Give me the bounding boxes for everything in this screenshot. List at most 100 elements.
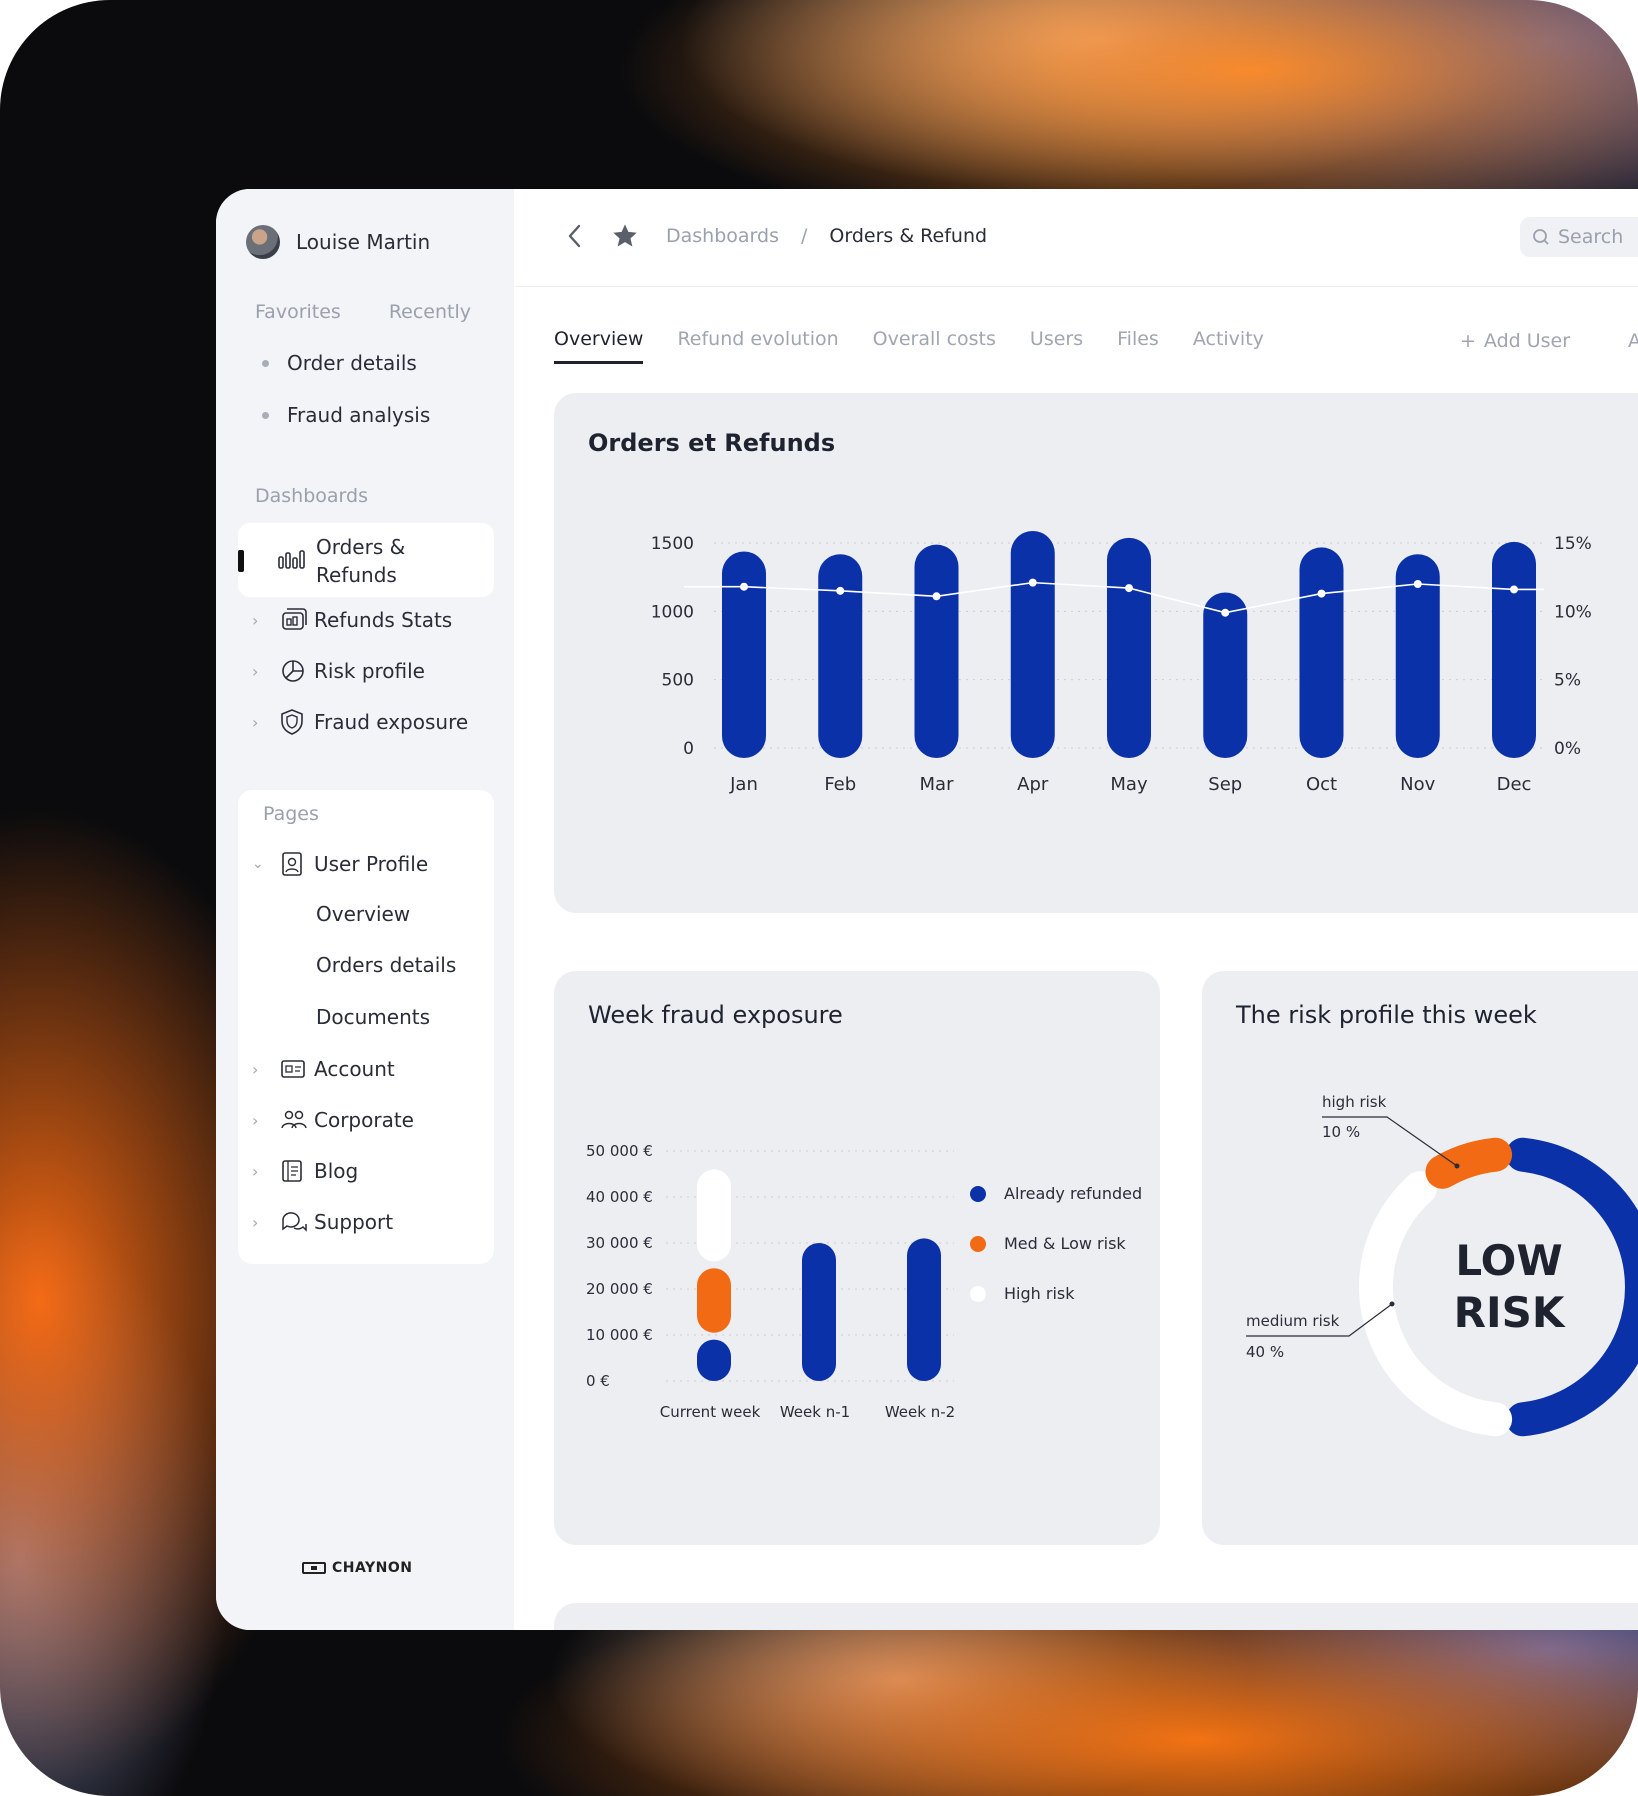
user-badge-icon — [280, 851, 314, 877]
chevron-right-icon: › — [252, 661, 259, 681]
sidebar-item-fraud-exposure[interactable]: › Fraud exposure — [252, 702, 468, 742]
bar — [1107, 537, 1151, 758]
sidebar-item-support[interactable]: › Support — [252, 1202, 393, 1242]
shield-icon — [280, 708, 314, 736]
orders-refunds-card: Orders et Refunds 1500 15% 1000 10% 500 5% 0 0%… — [554, 393, 1638, 913]
sidebar-item-label: Corporate — [314, 1108, 414, 1132]
add-user-label: Add User — [1483, 330, 1571, 352]
line-point — [740, 582, 748, 591]
line-point — [1028, 578, 1037, 587]
line-point — [932, 592, 941, 601]
chat-icon — [280, 1210, 314, 1234]
bar-segment — [697, 1339, 731, 1381]
add-user-button[interactable]: + Add User — [1460, 330, 1570, 352]
bar — [1203, 592, 1248, 758]
sidebar-subitem-overview[interactable]: Overview — [316, 902, 410, 926]
x-tick-label: Jan — [729, 774, 758, 795]
avatar[interactable] — [246, 225, 280, 259]
chevron-right-icon: › — [252, 610, 259, 630]
chevron-down-icon: ⌄ — [252, 856, 264, 872]
breadcrumb: Dashboards / Orders & Refund — [666, 225, 987, 247]
book-icon — [280, 1158, 314, 1184]
line-point — [836, 586, 845, 595]
x-tick-label: Dec — [1497, 774, 1532, 795]
sidebar-item-refunds-stats[interactable]: › Refunds Stats — [252, 600, 452, 640]
sidebar-item-label: Support — [314, 1210, 394, 1234]
x-tick-label: Week n-2 — [885, 1403, 955, 1421]
star-icon[interactable] — [611, 222, 639, 254]
sidebar-item-risk-profile[interactable]: › Risk profile — [252, 651, 425, 691]
tab-refund-evolution[interactable]: Refund evolution — [677, 328, 838, 350]
tab-overall-costs[interactable]: Overall costs — [873, 328, 996, 350]
favorite-label: Order details — [287, 351, 417, 375]
search-icon — [1533, 229, 1549, 245]
bar-segment — [697, 1169, 731, 1262]
donut-slice-high — [1425, 1137, 1513, 1189]
callout-label: medium risk — [1246, 1312, 1340, 1330]
bullet-icon — [262, 411, 269, 419]
x-tick-label: Current week — [660, 1403, 761, 1421]
tab-activity[interactable]: Activity — [1193, 328, 1264, 350]
bar — [1299, 547, 1344, 758]
sidebar-item-orders-refunds[interactable]: Orders & Refunds — [238, 523, 494, 597]
brand-logo: CHAYNON — [302, 1560, 412, 1576]
orders-refunds-chart: 1500 15% 1000 10% 500 5% 0 0% Jan Feb Mar Apr May Sep… — [651, 531, 1592, 795]
sidebar-item-label: Account — [314, 1057, 395, 1081]
bottom-card — [554, 1603, 1638, 1630]
legend-label: High risk — [1004, 1284, 1075, 1303]
fraud-exposure-card: Week fraud exposure 50 000 €40 000 €30 0… — [554, 971, 1160, 1545]
chevron-right-icon: › — [252, 1161, 259, 1181]
bar-segment — [802, 1243, 836, 1381]
breadcrumb-separator: / — [800, 225, 808, 247]
dashboards-section-label: Dashboards — [255, 485, 368, 507]
user-profile[interactable]: Louise Martin — [246, 225, 430, 259]
callout-value: 10 % — [1322, 1123, 1360, 1141]
bar-segment — [697, 1268, 731, 1333]
fraud-exposure-chart: 50 000 € 40 000 € 30 000 € 20 000 € 10 000 €… — [586, 1142, 1142, 1421]
pie-chart-icon — [280, 658, 314, 684]
tab-overview[interactable]: Overview — [554, 328, 644, 364]
back-arrow-icon[interactable] — [566, 223, 584, 253]
sidebar-item-user-profile[interactable]: ⌄ User Profile — [252, 844, 428, 884]
search-placeholder: Search — [1558, 226, 1624, 248]
tab-recently[interactable]: Recently — [389, 301, 471, 323]
tab-users[interactable]: Users — [1030, 328, 1083, 350]
favorite-item[interactable]: Fraud analysis — [262, 389, 430, 441]
sidebar-item-account[interactable]: › Account — [252, 1049, 395, 1089]
x-tick-label: Sep — [1208, 774, 1242, 795]
callout-dot — [1454, 1163, 1460, 1169]
bar-chart-icon — [278, 549, 306, 573]
bar-segment — [907, 1238, 941, 1381]
tab-favorites[interactable]: Favorites — [255, 301, 341, 323]
breadcrumb-root[interactable]: Dashboards — [666, 225, 779, 247]
sidebar-item-label: Fraud exposure — [314, 710, 469, 734]
search-input[interactable]: Search — [1520, 217, 1638, 257]
sidebar-item-corporate[interactable]: › Corporate — [252, 1100, 414, 1140]
y2-tick-label: 0% — [1554, 739, 1581, 759]
x-tick-label: Mar — [920, 774, 955, 795]
y2-tick-label: 5% — [1554, 671, 1581, 691]
sidebar-item-label: Orders & Refunds — [316, 535, 406, 587]
callout-label: high risk — [1322, 1093, 1387, 1111]
y-tick-label: 1500 — [651, 534, 694, 554]
sidebar-subitem-documents[interactable]: Documents — [316, 1005, 430, 1029]
line-point — [1317, 589, 1326, 598]
legend-label: Med & Low risk — [1004, 1234, 1126, 1253]
sidebar: Louise Martin Favorites Recently Order d… — [216, 189, 514, 1630]
callout-value: 40 % — [1246, 1343, 1284, 1361]
bar — [1010, 531, 1055, 758]
favorite-item[interactable]: Order details — [262, 337, 430, 389]
sidebar-subitem-orders-details[interactable]: Orders details — [316, 953, 456, 977]
line-point — [1221, 608, 1230, 617]
app-window: Louise Martin Favorites Recently Order d… — [216, 189, 1638, 1630]
top-bar: Dashboards / Orders & Refund Search — [514, 189, 1638, 287]
line-point — [1413, 580, 1422, 588]
x-tick-label: Oct — [1306, 774, 1337, 795]
tab-files[interactable]: Files — [1117, 328, 1159, 350]
line-point — [1125, 584, 1133, 593]
y-tick-label: 500 — [662, 671, 694, 691]
user-name: Louise Martin — [296, 230, 431, 254]
id-card-icon — [280, 1058, 314, 1080]
tab-overflow[interactable]: A — [1628, 330, 1638, 352]
sidebar-item-blog[interactable]: › Blog — [252, 1151, 358, 1191]
